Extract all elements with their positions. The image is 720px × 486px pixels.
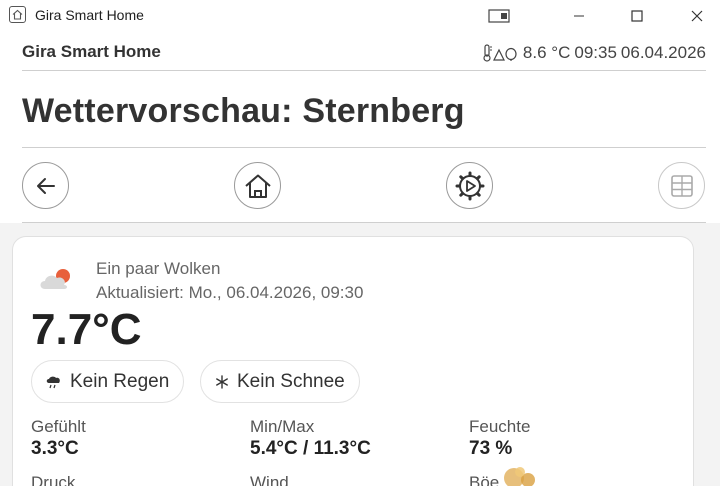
clock-time: 09:35 bbox=[574, 43, 617, 62]
humidity-value: 73 % bbox=[469, 438, 513, 459]
thermometer-trees-icon bbox=[483, 44, 519, 62]
grid-icon bbox=[670, 174, 693, 197]
snowflake-icon bbox=[216, 374, 228, 389]
home-icon bbox=[244, 174, 271, 198]
pressure-label: Druck bbox=[31, 473, 76, 486]
close-icon bbox=[691, 10, 703, 21]
updated-timestamp: Aktualisiert: Mo., 06.04.2026, 09:30 bbox=[96, 283, 364, 302]
current-temperature: 7.7°C bbox=[31, 305, 142, 354]
panel-toggle-button[interactable] bbox=[476, 0, 522, 31]
back-button[interactable] bbox=[22, 162, 69, 209]
app-header: Gira Smart Home 8.6 °C 09:35 06.04.2026 bbox=[22, 33, 706, 71]
rain-chip: Kein Regen bbox=[31, 360, 185, 403]
window-title: Gira Smart Home bbox=[35, 7, 144, 23]
partly-cloudy-icon bbox=[38, 265, 76, 296]
page-title: Wettervorschau: Sternberg bbox=[22, 92, 465, 130]
minmax-label: Min/Max bbox=[250, 417, 315, 436]
humidity-label: Feuchte bbox=[469, 417, 531, 436]
maximize-button[interactable] bbox=[614, 0, 660, 31]
wind-label: Wind bbox=[250, 473, 289, 486]
felt-value: 3.3°C bbox=[31, 438, 79, 459]
gear-play-icon bbox=[455, 171, 484, 200]
outdoor-temperature: 8.6 °C bbox=[522, 43, 571, 62]
scrollbar[interactable] bbox=[710, 236, 720, 486]
scenes-button[interactable] bbox=[446, 162, 493, 209]
brand-title: Gira Smart Home bbox=[22, 42, 161, 61]
home-outline-icon bbox=[9, 6, 26, 23]
felt-label: Gefühlt bbox=[31, 417, 86, 436]
close-button[interactable] bbox=[674, 0, 720, 31]
snow-chip-label: Kein Schnee bbox=[237, 370, 345, 392]
home-button[interactable] bbox=[234, 162, 281, 209]
rain-chip-label: Kein Regen bbox=[70, 370, 170, 392]
snow-chip: Kein Schnee bbox=[200, 360, 360, 403]
weather-card: Ein paar Wolken Aktualisiert: Mo., 06.04… bbox=[12, 236, 694, 486]
nav-row bbox=[22, 147, 706, 223]
minmax-value: 5.4°C / 11.3°C bbox=[250, 438, 371, 459]
cloud-rain-icon bbox=[46, 376, 60, 388]
status-area: 8.6 °C 09:35 06.04.2026 bbox=[483, 43, 706, 63]
decorative-emblem bbox=[490, 460, 550, 486]
arrow-left-icon bbox=[36, 177, 55, 194]
weather-condition: Ein paar Wolken bbox=[96, 259, 221, 278]
clock-date: 06.04.2026 bbox=[620, 43, 706, 62]
minimize-button[interactable] bbox=[556, 0, 602, 31]
window-titlebar: Gira Smart Home bbox=[0, 0, 720, 31]
grid-button[interactable] bbox=[658, 162, 705, 209]
